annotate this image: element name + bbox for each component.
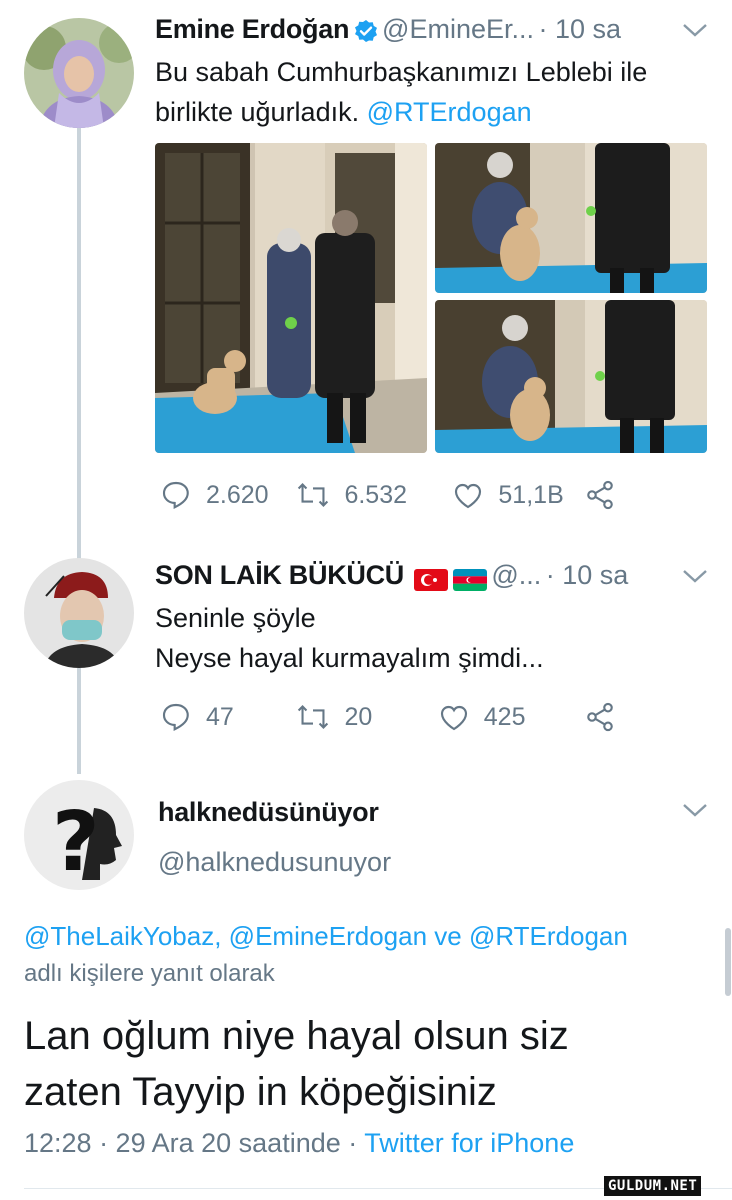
photo-top-right[interactable] (435, 143, 707, 293)
display-name[interactable]: halknedüsünüyor (158, 797, 379, 828)
display-name[interactable]: SON LAİK BÜKÜCÜ (155, 560, 404, 590)
retweet-icon (298, 705, 329, 729)
tweet-text-line2: zaten Tayyip in köpeğisiniz (24, 1070, 497, 1114)
chevron-down-icon[interactable] (680, 566, 710, 591)
tweet-text: Lan oğlum niye hayal olsun siz zaten Tay… (24, 1008, 724, 1120)
reply-count: 47 (206, 702, 234, 731)
tweet-text-line2: Neyse hayal kurmayalım şimdi... (155, 643, 544, 673)
source-link[interactable]: Twitter for iPhone (364, 1128, 574, 1158)
retweet-action[interactable]: 20 (296, 702, 437, 732)
timestamp[interactable]: · 10 sa (546, 560, 629, 590)
reply-suffix: adlı kişilere yanıt olarak (24, 960, 275, 987)
photo-main[interactable] (155, 143, 427, 453)
reply-action[interactable]: 47 (160, 701, 296, 733)
handle[interactable]: @halknedusunuyor (158, 847, 391, 878)
mention-link[interactable]: @RTErdogan (367, 97, 532, 127)
thread-line (77, 128, 81, 560)
avatar-emine[interactable] (24, 18, 134, 128)
heart-icon (455, 483, 482, 509)
tweet-header: Emine Erdoğan @EmineEr... · 10 sa (155, 14, 715, 50)
heart-icon (440, 705, 467, 731)
reply-icon (162, 703, 189, 731)
reply-mentions[interactable]: @TheLaikYobaz, @EmineErdogan ve @RTErdog… (24, 917, 714, 955)
tweet-text-line1: Lan oğlum niye hayal olsun siz (24, 1014, 569, 1058)
tweet-text-line2: birlikte uğurladık. (155, 97, 360, 127)
tweet-actions: 2.620 6.532 51,1B (160, 475, 630, 515)
tweet-text-line1: Seninle şöyle (155, 603, 316, 633)
replying-to: @TheLaikYobaz, @EmineErdogan ve @RTErdog… (24, 917, 714, 993)
tweet-text: Seninle şöyle Neyse hayal kurmayalım şim… (155, 598, 715, 678)
retweet-count: 20 (344, 702, 373, 731)
retweet-icon (298, 483, 329, 507)
tweet-timestamp: 12:28 · 29 Ara 20 saatinde · (24, 1128, 358, 1158)
like-action[interactable]: 425 (438, 702, 584, 732)
reply-count: 2.620 (206, 480, 269, 509)
turkey-flag-icon (414, 568, 449, 591)
handle[interactable]: @EmineEr... (382, 14, 534, 44)
share-action[interactable] (584, 479, 630, 511)
svg-text:?: ? (52, 795, 100, 890)
retweet-action[interactable]: 6.532 (296, 480, 452, 510)
tweet-meta: 12:28 · 29 Ara 20 saatinde · Twitter for… (24, 1128, 574, 1159)
like-count: 425 (483, 702, 526, 731)
share-action[interactable] (584, 701, 630, 733)
photo-bottom-right[interactable] (435, 300, 707, 453)
tweet-header: SON LAİK BÜKÜCÜ @... · 10 sa (155, 560, 715, 596)
like-count: 51,1B (498, 480, 564, 509)
tweet-text-line1: Bu sabah Cumhurbaşkanımızı Leblebi ile (155, 57, 648, 87)
thread-line-2 (77, 668, 81, 774)
chevron-down-icon[interactable] (680, 800, 710, 825)
handle[interactable]: @... (491, 560, 541, 590)
watermark: GULDUM.NET (604, 1176, 702, 1196)
share-icon (587, 480, 613, 510)
avatar-halknedusunuyor[interactable]: ? (24, 780, 134, 890)
reply-action[interactable]: 2.620 (160, 479, 296, 511)
retweet-count: 6.532 (344, 480, 408, 509)
tweet-actions: 47 20 425 (160, 697, 630, 737)
avatar-son-laik[interactable] (24, 558, 134, 668)
scrollbar[interactable] (725, 928, 731, 996)
share-icon (587, 702, 613, 732)
verified-badge-icon (354, 19, 378, 48)
display-name[interactable]: Emine Erdoğan (155, 14, 349, 44)
azerbaijan-flag-icon (452, 568, 487, 591)
reply-icon (162, 481, 189, 509)
tweet-text: Bu sabah Cumhurbaşkanımızı Leblebi ile b… (155, 52, 715, 132)
like-action[interactable]: 51,1B (452, 480, 584, 510)
timestamp[interactable]: · 10 sa (538, 14, 621, 44)
chevron-down-icon[interactable] (680, 20, 710, 45)
